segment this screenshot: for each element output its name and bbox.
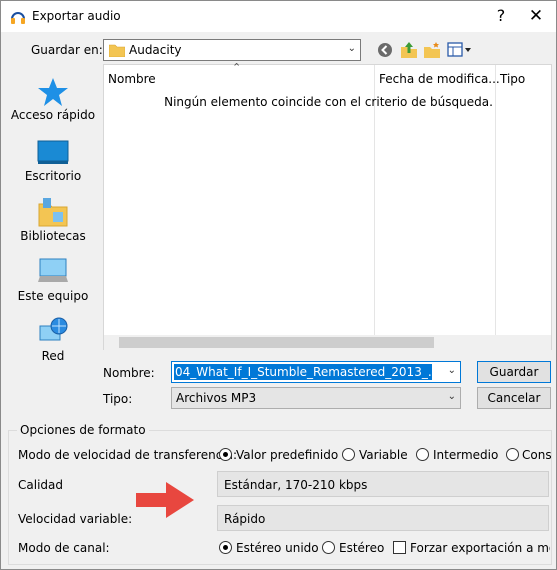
up-folder-icon[interactable] bbox=[400, 41, 418, 59]
radio-variable[interactable] bbox=[342, 448, 355, 461]
variable-speed-select[interactable]: Rápido bbox=[217, 505, 549, 531]
radio-stereo[interactable] bbox=[322, 541, 335, 554]
save-in-value: Audacity bbox=[129, 43, 182, 57]
save-in-combo[interactable]: Audacity ⌄ bbox=[103, 39, 361, 61]
place-label: Este equipo bbox=[17, 289, 89, 303]
chevron-down-icon: ⌄ bbox=[347, 43, 356, 54]
quality-value: Estándar, 170-210 kbps bbox=[224, 478, 368, 492]
channel-mode-label: Modo de canal: bbox=[18, 541, 110, 555]
desktop-icon bbox=[37, 140, 69, 164]
place-desktop[interactable]: Escritorio bbox=[9, 138, 97, 188]
radio-constant-label[interactable]: Cons bbox=[522, 448, 552, 462]
place-network[interactable]: Red bbox=[9, 316, 97, 366]
filename-value: 04_What_If_I_Stumble_Remastered_2013_.ai… bbox=[174, 364, 432, 380]
radio-variable-label[interactable]: Variable bbox=[359, 448, 408, 462]
radio-preset-label[interactable]: Valor predefinido bbox=[236, 448, 338, 462]
force-mono-checkbox[interactable] bbox=[393, 541, 406, 554]
place-quick-access[interactable]: Acceso rápido bbox=[9, 76, 97, 126]
filename-label: Nombre: bbox=[103, 366, 155, 380]
quick-access-icon bbox=[38, 78, 68, 106]
filetype-label: Tipo: bbox=[103, 392, 133, 406]
cancel-button[interactable]: Cancelar bbox=[477, 387, 551, 409]
places-bar: Acceso rápido Escritorio Bibliotecas Est… bbox=[9, 64, 97, 364]
red-arrow-annotation bbox=[136, 482, 194, 518]
radio-joint-stereo-label[interactable]: Estéreo unido bbox=[236, 541, 319, 555]
filetype-select[interactable]: Archivos MP3 ⌄ bbox=[171, 387, 461, 409]
radio-preset[interactable] bbox=[219, 448, 232, 461]
format-options-title: Opciones de formato bbox=[17, 423, 149, 437]
libraries-icon bbox=[38, 198, 68, 227]
this-pc-icon bbox=[38, 258, 68, 282]
horizontal-scrollbar[interactable] bbox=[104, 335, 551, 350]
radio-stereo-label[interactable]: Estéreo bbox=[339, 541, 384, 555]
place-label: Red bbox=[41, 349, 65, 363]
chevron-down-icon: ⌄ bbox=[447, 365, 456, 376]
back-icon[interactable] bbox=[377, 42, 393, 58]
place-this-pc[interactable]: Este equipo bbox=[9, 256, 97, 306]
file-list[interactable]: ⌃ Nombre Fecha de modifica... Tipo Ningú… bbox=[103, 61, 552, 350]
column-header-date[interactable]: Fecha de modifica... bbox=[379, 72, 500, 86]
help-button[interactable]: ? bbox=[493, 4, 509, 28]
place-libraries[interactable]: Bibliotecas bbox=[9, 196, 97, 246]
variable-speed-value: Rápido bbox=[224, 512, 266, 526]
column-header-name[interactable]: Nombre bbox=[108, 72, 156, 86]
save-button[interactable]: Guardar bbox=[477, 361, 551, 383]
place-label: Escritorio bbox=[24, 169, 82, 183]
export-audio-dialog: Exportar audio ? ✕ Guardar en: Audacity … bbox=[0, 0, 557, 570]
quality-select[interactable]: Estándar, 170-210 kbps bbox=[217, 471, 549, 497]
network-icon bbox=[39, 317, 68, 341]
save-in-label: Guardar en: bbox=[31, 43, 103, 57]
sort-up-icon: ⌃ bbox=[232, 61, 242, 74]
view-menu-icon[interactable] bbox=[447, 42, 473, 58]
audacity-headphones-icon bbox=[11, 12, 25, 24]
title-bar: Exportar audio ? ✕ bbox=[1, 1, 556, 32]
force-mono-label[interactable]: Forzar exportación a mono bbox=[410, 541, 550, 555]
folder-icon bbox=[109, 44, 125, 57]
empty-message: Ningún elemento coincide con el criterio… bbox=[164, 95, 493, 109]
scrollbar-thumb[interactable] bbox=[119, 337, 434, 348]
radio-average[interactable] bbox=[416, 448, 429, 461]
place-label: Bibliotecas bbox=[20, 229, 86, 243]
bitrate-mode-label: Modo de velocidad de transferencia: bbox=[18, 448, 238, 462]
filetype-value: Archivos MP3 bbox=[176, 391, 257, 405]
radio-joint-stereo[interactable] bbox=[219, 541, 232, 554]
radio-constant[interactable] bbox=[506, 448, 519, 461]
close-button[interactable]: ✕ bbox=[521, 4, 551, 28]
window-title: Exportar audio bbox=[32, 9, 121, 23]
quality-label: Calidad bbox=[18, 478, 63, 492]
radio-average-label[interactable]: Intermedio bbox=[433, 448, 498, 462]
variable-speed-label: Velocidad variable: bbox=[18, 512, 133, 526]
column-header-type[interactable]: Tipo bbox=[500, 72, 525, 86]
place-label: Acceso rápido bbox=[10, 108, 96, 122]
chevron-down-icon: ⌄ bbox=[447, 391, 456, 402]
filename-input[interactable]: 04_What_If_I_Stumble_Remastered_2013_.ai… bbox=[171, 361, 461, 383]
new-folder-icon[interactable] bbox=[423, 41, 441, 59]
